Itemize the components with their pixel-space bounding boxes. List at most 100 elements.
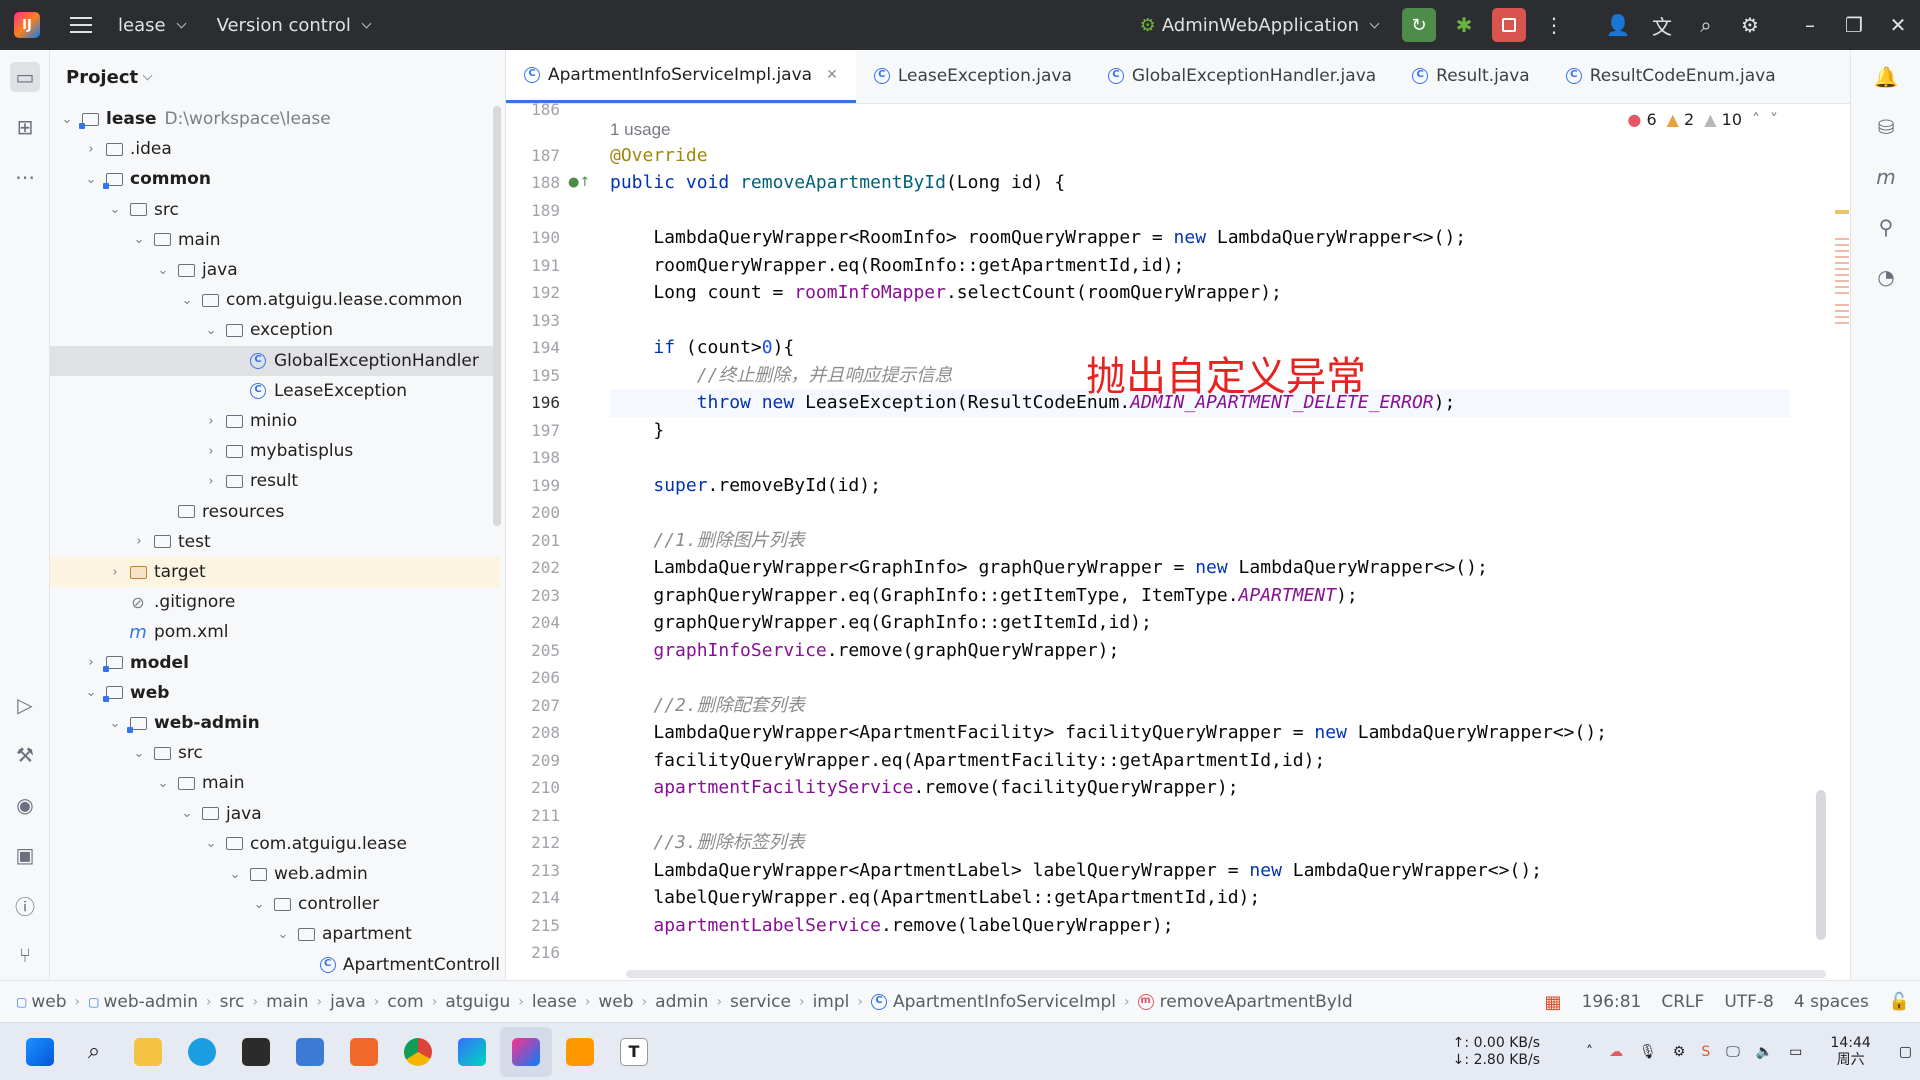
code-line[interactable]: //1.删除图片列表 — [610, 527, 804, 555]
tree-item[interactable]: › target — [50, 557, 500, 587]
code-line[interactable]: labelQueryWrapper.eq(ApartmentLabel::get… — [610, 884, 1260, 912]
breadcrumb-item[interactable]: lease — [524, 992, 585, 1012]
tray-app-icon[interactable]: ☁ — [1601, 1044, 1631, 1060]
tree-item[interactable]: ⌄ main — [50, 768, 500, 798]
more-tools-icon[interactable]: ⋯ — [10, 162, 40, 192]
chevron-down-icon[interactable]: ⌄ — [178, 806, 196, 821]
microphone-icon[interactable]: 🎙 — [1631, 1044, 1665, 1060]
database-icon[interactable]: ⛁ — [1871, 112, 1901, 142]
chevron-down-icon[interactable]: ⌄ — [58, 112, 76, 127]
file-encoding[interactable]: UTF-8 — [1714, 992, 1784, 1012]
chevron-down-icon[interactable]: ⌄ — [226, 867, 244, 882]
tree-item[interactable]: resources — [50, 497, 500, 527]
rerun-button[interactable]: ↻ — [1402, 8, 1436, 42]
chevron-down-icon[interactable]: ⌄ — [154, 263, 172, 278]
tree-item[interactable]: › .idea — [50, 134, 500, 164]
chevron-right-icon[interactable]: › — [82, 655, 100, 670]
code-line[interactable]: //3.删除标签列表 — [610, 829, 804, 857]
tree-item[interactable]: C LeaseException — [50, 376, 500, 406]
typora-icon[interactable]: T — [608, 1027, 660, 1077]
code-line[interactable]: //2.删除配套列表 — [610, 692, 804, 720]
breadcrumb-item[interactable]: C ApartmentInfoServiceImpl — [863, 992, 1124, 1012]
editor-error-stripe[interactable] — [1833, 104, 1849, 980]
git-tool-icon[interactable]: ⑂ — [10, 940, 40, 970]
tree-item[interactable]: ⌄ com.atguigu.lease — [50, 829, 500, 859]
feishu-icon[interactable] — [446, 1027, 498, 1077]
code-line[interactable]: LambdaQueryWrapper<RoomInfo> roomQueryWr… — [610, 224, 1466, 252]
breadcrumb-item[interactable]: service — [722, 992, 799, 1012]
inspection-widget[interactable]: ● 6 ▲ 2 ▲ 10 ˄ ˅ — [1627, 110, 1778, 129]
tree-item[interactable]: › test — [50, 527, 500, 557]
code-line[interactable]: graphInfoService.remove(graphQueryWrappe… — [610, 637, 1119, 665]
breadcrumb-item[interactable]: main — [258, 992, 316, 1012]
tray-s-icon[interactable]: S — [1693, 1044, 1718, 1060]
vcs-menu[interactable]: Version control — [203, 0, 388, 50]
tree-item[interactable]: C GlobalExceptionHandler — [50, 345, 500, 376]
problems-tool-icon[interactable]: ⓘ — [10, 890, 40, 920]
tray-gear-icon[interactable]: ⚙ — [1665, 1044, 1694, 1060]
sublime-icon[interactable] — [554, 1027, 606, 1077]
breadcrumb-item[interactable]: ▢ web-admin — [80, 992, 206, 1012]
code-line[interactable]: graphQueryWrapper.eq(GraphInfo::getItemI… — [610, 609, 1152, 637]
code-line[interactable]: Long count = roomInfoMapper.selectCount(… — [610, 279, 1282, 307]
read-only-lock-icon[interactable]: 🔓 — [1879, 992, 1920, 1012]
tree-item[interactable]: ⌄ web-admin — [50, 708, 500, 738]
chevron-down-icon[interactable]: ⌄ — [130, 232, 148, 247]
code-area[interactable]: 1 usage @Override public void removeApartm… — [610, 104, 1790, 980]
tree-item[interactable]: ⌄ controller — [50, 889, 500, 919]
editor-tab[interactable]: C LeaseException.java — [856, 50, 1090, 103]
chevron-down-icon[interactable]: ⌄ — [82, 685, 100, 700]
structure-tool-icon[interactable]: ⊞ — [10, 112, 40, 142]
battery-icon[interactable]: ▭ — [1781, 1044, 1810, 1060]
chevron-down-icon[interactable]: ⌄ — [130, 746, 148, 761]
chevron-down-icon[interactable]: ⌄ — [178, 293, 196, 308]
tree-item[interactable]: › model — [50, 648, 500, 678]
chrome-icon[interactable] — [392, 1027, 444, 1077]
next-highlight-icon[interactable]: ˅ — [1770, 110, 1778, 129]
tree-item[interactable]: ⌄ web — [50, 678, 500, 708]
maven-icon[interactable]: m — [1871, 162, 1901, 192]
tree-item[interactable]: › minio — [50, 406, 500, 436]
chevron-down-icon[interactable]: ⌄ — [154, 776, 172, 791]
file-explorer-icon[interactable] — [122, 1027, 174, 1077]
search-icon[interactable]: ⌕ — [1684, 0, 1728, 50]
code-line[interactable]: facilityQueryWrapper.eq(ApartmentFacilit… — [610, 747, 1325, 775]
notifications-icon[interactable]: 🔔 — [1871, 62, 1901, 92]
line-separator[interactable]: CRLF — [1651, 992, 1714, 1012]
taskbar-search-icon[interactable]: ⌕ — [68, 1027, 120, 1077]
tree-item[interactable]: ⌄ main — [50, 225, 500, 255]
tree-item[interactable]: ⌄ common — [50, 164, 500, 194]
chevron-right-icon[interactable]: › — [82, 142, 100, 157]
tree-item[interactable]: m pom.xml — [50, 617, 500, 647]
run-tool-icon[interactable]: ▷ — [10, 690, 40, 720]
clock[interactable]: 14:44 周六 — [1810, 1035, 1890, 1069]
tree-item[interactable]: › mybatisplus — [50, 436, 500, 466]
indent-setting[interactable]: 4 spaces — [1784, 992, 1879, 1012]
volume-icon[interactable]: 🔈 — [1748, 1044, 1781, 1060]
override-gutter-icon[interactable]: ●↑ — [568, 175, 590, 190]
code-line[interactable]: super.removeById(id); — [610, 472, 881, 500]
code-line[interactable]: graphQueryWrapper.eq(GraphInfo::getItemT… — [610, 582, 1357, 610]
chevron-right-icon[interactable]: › — [106, 565, 124, 580]
translate-icon[interactable]: 文 — [1640, 0, 1684, 50]
user-icon[interactable]: 👤 — [1596, 0, 1640, 50]
tree-item[interactable]: ⌄ lease D:\workspace\lease — [50, 104, 500, 134]
terminal-app-icon[interactable] — [230, 1027, 282, 1077]
stop-button[interactable] — [1492, 8, 1526, 42]
chevron-down-icon[interactable]: ⌄ — [202, 323, 220, 338]
code-line[interactable]: public void removeApartmentById(Long id)… — [610, 169, 1065, 197]
tree-item[interactable]: ⌄ src — [50, 738, 500, 768]
caret-position[interactable]: 196:81 — [1572, 992, 1652, 1012]
tree-item[interactable]: ⌄ src — [50, 195, 500, 225]
breadcrumb-item[interactable]: web — [590, 992, 641, 1012]
prev-highlight-icon[interactable]: ˄ — [1752, 110, 1760, 129]
chevron-down-icon[interactable]: ⌄ — [106, 716, 124, 731]
store-icon[interactable] — [284, 1027, 336, 1077]
chevron-down-icon[interactable]: ⌄ — [82, 172, 100, 187]
breadcrumb-item[interactable]: atguigu — [437, 992, 518, 1012]
breadcrumb-item[interactable]: src — [212, 992, 253, 1012]
chevron-right-icon[interactable]: › — [202, 414, 220, 429]
settings-icon[interactable]: ⚙ — [1728, 0, 1772, 50]
tray-expand-icon[interactable]: ˄ — [1578, 1044, 1601, 1060]
editor-horizontal-scrollbar[interactable] — [626, 970, 1826, 978]
